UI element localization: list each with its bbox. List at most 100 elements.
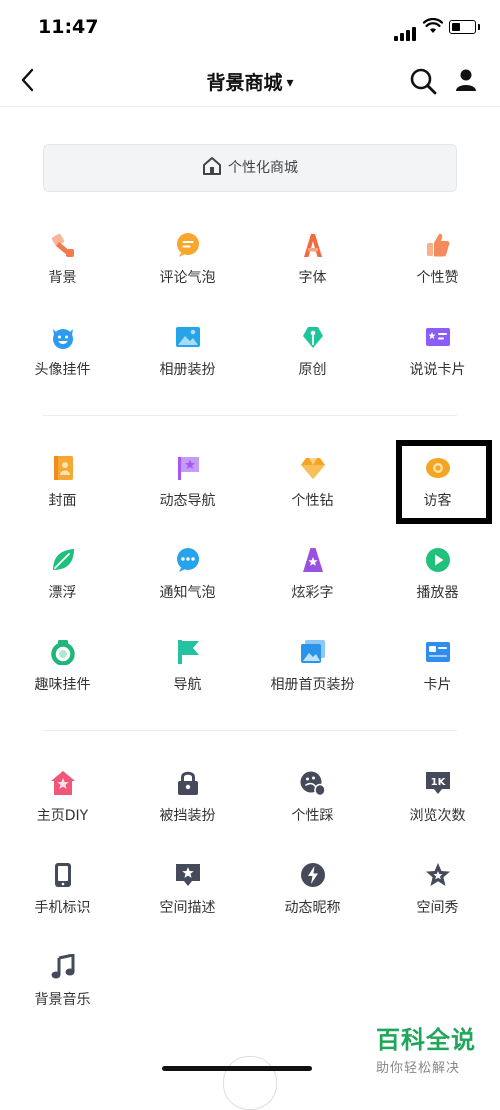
item-label: 漂浮 <box>48 585 77 601</box>
album-icon <box>301 640 325 663</box>
star-a-icon <box>303 548 323 572</box>
item-card[interactable]: 卡片 <box>375 639 500 731</box>
item-background[interactable]: 背景 <box>0 232 125 324</box>
phone-icon <box>55 863 71 887</box>
status-time: 11:47 <box>38 16 99 38</box>
item-album-home-decoration[interactable]: 相册首页装扮 <box>250 639 375 731</box>
item-fun-pendant[interactable]: 趣味挂件 <box>0 639 125 731</box>
item-label: 头像挂件 <box>34 362 91 378</box>
item-label: 卡片 <box>423 677 452 693</box>
item-label: 主页DIY <box>36 808 89 824</box>
brush-icon <box>51 233 74 257</box>
star-flag-icon <box>178 457 199 480</box>
item-label: 相册首页装扮 <box>270 677 355 693</box>
item-label: 趣味挂件 <box>34 677 91 693</box>
item-label: 通知气泡 <box>159 585 216 601</box>
cover-icon <box>54 456 73 480</box>
item-notify-bubble[interactable]: 通知气泡 <box>125 547 250 639</box>
item-label: 背景 <box>48 270 77 286</box>
item-blocked-decoration[interactable]: 被挡装扮 <box>125 770 250 862</box>
item-label: 个性赞 <box>416 270 459 286</box>
item-avatar-pendant[interactable]: 头像挂件 <box>0 324 125 416</box>
item-custom-like[interactable]: 个性赞 <box>375 232 500 324</box>
item-view-count[interactable]: 1K 浏览次数 <box>375 770 500 862</box>
personalized-shop-button[interactable]: 个性化商城 <box>43 144 457 192</box>
watermark-title: 百科全说 <box>376 1026 476 1054</box>
home-star-icon <box>51 771 75 795</box>
item-cover[interactable]: 封面 <box>0 455 125 547</box>
star-outline-icon <box>426 863 450 886</box>
nav-bar: 背景商城 ▾ <box>0 54 500 107</box>
item-label: 动态导航 <box>159 493 216 509</box>
section-divider <box>43 415 457 416</box>
floating-close-button[interactable] <box>223 1056 277 1110</box>
chat-bubble-icon <box>177 233 199 257</box>
chevron-down-icon: ▾ <box>286 75 294 91</box>
id-card-icon <box>426 642 450 662</box>
item-label: 空间描述 <box>159 900 216 916</box>
item-feed-nav[interactable]: 动态导航 <box>125 455 250 547</box>
signal-icon <box>394 22 418 41</box>
item-player[interactable]: 播放器 <box>375 547 500 639</box>
item-label: 个性踩 <box>291 808 334 824</box>
item-label: 个性钻 <box>291 493 334 509</box>
music-note-icon <box>51 954 75 979</box>
item-original[interactable]: 原创 <box>250 324 375 416</box>
pen-nib-icon <box>303 327 323 348</box>
item-label: 炫彩字 <box>291 585 334 601</box>
search-icon[interactable] <box>408 66 438 96</box>
item-floating[interactable]: 漂浮 <box>0 547 125 639</box>
face-icon <box>53 329 73 349</box>
item-label: 导航 <box>173 677 202 693</box>
diamond-icon <box>301 458 325 479</box>
item-background-music[interactable]: 背景音乐 <box>0 954 125 1046</box>
play-icon <box>426 548 450 572</box>
item-comment-bubble[interactable]: 评论气泡 <box>125 232 250 324</box>
star-bubble-icon <box>176 864 200 886</box>
item-custom-dislike[interactable]: 个性踩 <box>250 770 375 862</box>
card-icon <box>426 328 450 346</box>
watermark: 百科全说 助你轻松解决 <box>376 1020 476 1076</box>
letter-a-icon <box>304 234 322 257</box>
item-colorful-text[interactable]: 炫彩字 <box>250 547 375 639</box>
leaf-icon <box>53 549 74 570</box>
item-post-card[interactable]: 说说卡片 <box>375 324 500 416</box>
item-label: 相册装扮 <box>159 362 216 378</box>
thumbs-up-icon <box>427 233 450 257</box>
count-1k-icon: 1K <box>426 772 450 794</box>
item-label: 评论气泡 <box>159 270 216 286</box>
item-label: 浏览次数 <box>409 808 466 824</box>
item-font[interactable]: 字体 <box>250 232 375 324</box>
battery-icon <box>449 20 480 34</box>
item-label: 空间秀 <box>416 900 459 916</box>
user-icon[interactable] <box>454 68 478 92</box>
item-label: 播放器 <box>416 585 459 601</box>
item-label: 被挡装扮 <box>159 808 216 824</box>
item-dynamic-nickname[interactable]: 动态昵称 <box>250 862 375 954</box>
item-space-description[interactable]: 空间描述 <box>125 862 250 954</box>
item-label: 原创 <box>298 362 327 378</box>
wifi-icon <box>423 18 443 33</box>
item-diamond[interactable]: 个性钻 <box>250 455 375 547</box>
item-homepage-diy[interactable]: 主页DIY <box>0 770 125 862</box>
shop-bar-label: 个性化商城 <box>228 160 298 176</box>
watermark-subtitle: 助你轻松解决 <box>376 1061 461 1076</box>
item-label: 字体 <box>298 270 327 286</box>
item-label: 背景音乐 <box>34 992 91 1008</box>
ring-icon <box>51 640 75 665</box>
home-icon <box>203 157 221 175</box>
item-label: 动态昵称 <box>284 900 341 916</box>
status-bar: 11:47 <box>0 0 500 54</box>
item-space-show[interactable]: 空间秀 <box>375 862 500 954</box>
item-navigation[interactable]: 导航 <box>125 639 250 731</box>
photo-icon <box>176 327 200 347</box>
lock-icon <box>178 771 198 795</box>
item-album-decoration[interactable]: 相册装扮 <box>125 324 250 416</box>
footprint-icon <box>300 771 326 796</box>
item-label: 封面 <box>48 493 77 509</box>
view-count-badge: 1K <box>431 777 447 788</box>
flag-icon <box>178 640 199 664</box>
bolt-icon <box>301 863 325 887</box>
item-phone-tag[interactable]: 手机标识 <box>0 862 125 954</box>
dots-bubble-icon <box>177 548 199 572</box>
